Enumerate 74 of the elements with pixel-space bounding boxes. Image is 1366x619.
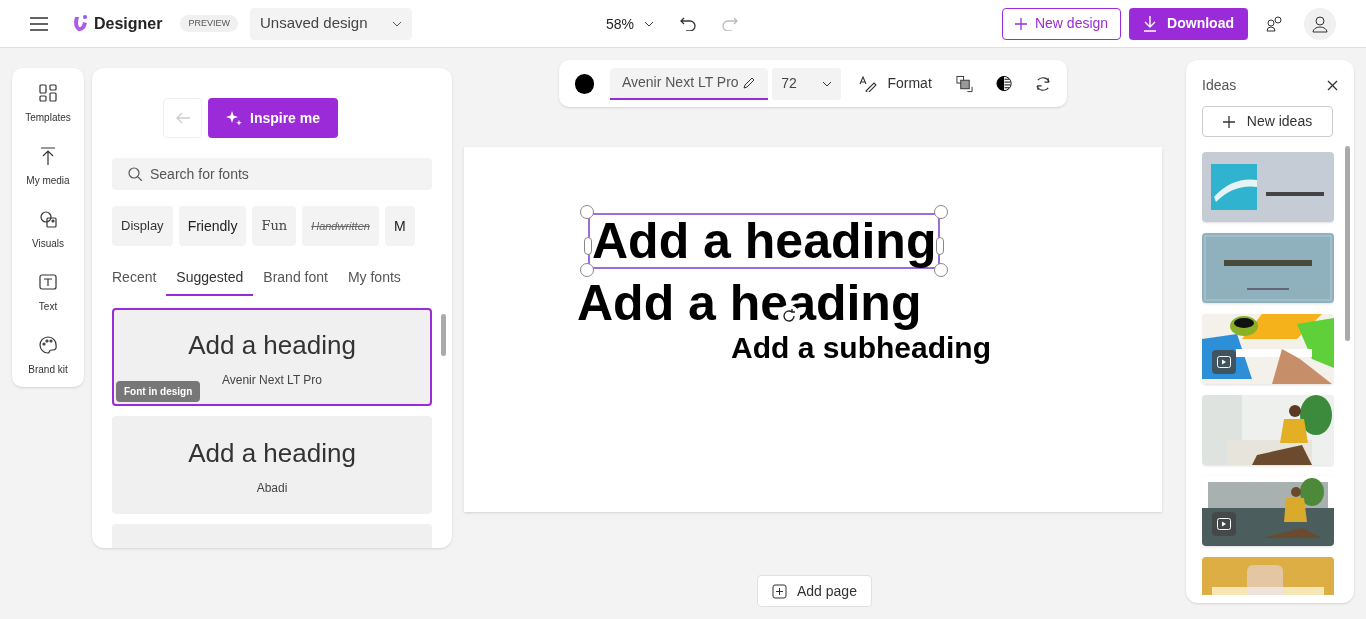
font-category-chip[interactable]: Handwritten — [302, 206, 379, 246]
plus-icon — [1014, 17, 1027, 30]
search-field[interactable]: Search for fonts — [112, 158, 432, 190]
font-category-chip[interactable]: M — [384, 206, 415, 246]
chevron-down-icon — [822, 80, 833, 87]
font-name: Abadi — [256, 480, 288, 497]
preview-badge: PREVIEW — [180, 14, 238, 33]
resize-handle[interactable] — [934, 263, 949, 277]
sparkle-icon — [226, 110, 242, 126]
rail-item[interactable]: Brand kit — [28, 336, 68, 377]
font-in-design-badge: Font in design — [116, 381, 201, 402]
rail-item[interactable]: Text — [38, 273, 58, 314]
font-category-chip[interactable]: Fun — [252, 206, 297, 246]
add-page-button[interactable]: Add page — [757, 575, 872, 607]
resize-handle[interactable] — [934, 205, 949, 219]
edit-icon — [743, 76, 757, 89]
font-category-chip[interactable]: Display — [112, 206, 173, 246]
design-name-dropdown[interactable]: Unsaved design — [250, 7, 412, 40]
rail-item[interactable]: My media — [26, 147, 70, 188]
resize-handle[interactable] — [584, 237, 592, 255]
grid-icon — [39, 84, 57, 102]
add-page-icon — [772, 583, 787, 599]
text-icon — [39, 273, 57, 291]
zoom-dropdown[interactable]: 58% — [606, 8, 655, 40]
font-tab[interactable]: Brand font — [253, 260, 338, 296]
undo-icon[interactable] — [680, 17, 697, 31]
panel-title: Ideas — [1202, 76, 1237, 95]
menu-icon[interactable] — [30, 16, 48, 31]
font-size-dropdown[interactable]: 72 — [772, 67, 842, 100]
download-button[interactable]: Download — [1129, 7, 1248, 40]
person-icon — [1312, 14, 1328, 33]
play-icon — [1217, 356, 1231, 368]
download-icon — [1143, 15, 1158, 32]
resize-handle[interactable] — [580, 263, 594, 277]
arrange-icon[interactable] — [955, 74, 973, 93]
font-tab[interactable]: My fonts — [337, 260, 411, 296]
font-category-chip[interactable]: Friendly — [178, 206, 247, 246]
text-color-swatch[interactable] — [575, 73, 594, 94]
font-name: Avenir Next LT Pro — [221, 372, 322, 389]
font-tab[interactable]: Recent — [102, 260, 167, 296]
format-button[interactable]: Format — [859, 67, 932, 100]
resize-handle[interactable] — [580, 205, 594, 219]
subheading-text[interactable]: Add a subheading — [731, 330, 991, 366]
search-icon — [128, 167, 142, 181]
font-card[interactable]: Add a heading Abadi — [112, 416, 432, 514]
chevron-down-icon — [644, 21, 655, 27]
app-name: Designer — [94, 13, 163, 34]
heading-text[interactable]: Add a heading — [577, 277, 922, 329]
account-avatar[interactable] — [1304, 7, 1336, 40]
scrollbar[interactable] — [1345, 146, 1350, 341]
inspire-me-button[interactable]: Inspire me — [208, 98, 339, 138]
share-icon[interactable] — [1266, 14, 1284, 33]
resize-handle[interactable] — [936, 237, 945, 255]
play-icon — [1217, 518, 1231, 530]
back-arrow-icon — [175, 112, 190, 124]
plus-icon — [1222, 115, 1235, 128]
font-card[interactable]: Add a heading Avenir Next LT Pro Font in design — [112, 308, 432, 406]
new-ideas-button[interactable]: New ideas — [1202, 106, 1333, 137]
rail-item[interactable]: Templates — [25, 84, 71, 125]
upload-icon — [39, 147, 57, 165]
font-sample: Add a heading — [188, 437, 356, 470]
font-tab[interactable]: Suggested — [166, 260, 254, 296]
font-sample: Add a heading — [188, 329, 356, 362]
palette-icon — [39, 336, 57, 354]
refresh-icon[interactable] — [1034, 74, 1051, 93]
contrast-icon[interactable] — [995, 75, 1012, 92]
format-icon — [859, 75, 878, 92]
shapes-icon — [39, 210, 57, 228]
scrollbar[interactable] — [441, 314, 446, 356]
close-icon[interactable] — [1327, 80, 1338, 91]
rail-item[interactable]: Visuals — [31, 210, 65, 251]
chevron-down-icon — [391, 20, 402, 27]
font-name-field[interactable]: Avenir Next LT Pro — [609, 67, 769, 100]
new-design-button[interactable]: New design — [1001, 7, 1122, 40]
